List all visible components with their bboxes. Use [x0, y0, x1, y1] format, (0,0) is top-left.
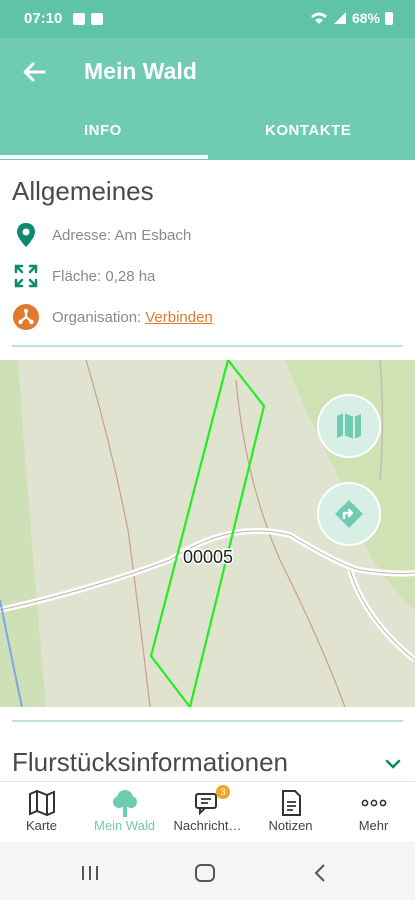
tab-kontakte[interactable]: KONTAKTE — [265, 122, 351, 139]
battery-level: 68% — [351, 10, 380, 26]
organisation-icon — [12, 303, 40, 331]
nav-item-mehr[interactable]: Mehr — [332, 788, 415, 833]
status-bar: 07:10 68% — [0, 0, 415, 38]
recent-apps-icon[interactable] — [80, 864, 100, 882]
nav-label-nachrichten: Nachricht… — [173, 818, 242, 833]
notes-icon — [249, 788, 332, 818]
page-title: Mein Wald — [84, 58, 197, 84]
nav-label-notizen: Notizen — [268, 818, 313, 833]
nav-item-mein-wald[interactable]: Mein Wald — [83, 788, 166, 833]
back-arrow-icon[interactable] — [18, 56, 50, 88]
nav-label-mehr: Mehr — [358, 818, 389, 833]
address-text: Adresse: Am Esbach — [52, 226, 192, 244]
nav-label-mein-wald: Mein Wald — [94, 818, 155, 833]
tab-info[interactable]: INFO — [84, 122, 122, 139]
app-notification-icon — [91, 13, 103, 25]
status-time: 07:10 — [24, 10, 63, 27]
organisation-label: Organisation: — [52, 308, 142, 326]
section-divider-2 — [12, 720, 403, 722]
map-view-button[interactable] — [317, 394, 381, 458]
parcel-info-title[interactable]: Flurstücksinformationen — [12, 747, 288, 778]
directions-icon — [335, 500, 363, 528]
connect-organisation-link[interactable]: Verbinden — [145, 309, 213, 326]
tree-icon — [83, 788, 166, 818]
nav-item-nachrichten[interactable]: 3 Nachricht… — [166, 785, 249, 833]
wifi-icon — [310, 12, 327, 24]
tab-indicator — [0, 155, 208, 159]
area-row: Fläche: 0,28 ha — [12, 262, 155, 290]
app-bar: Mein Wald INFO KONTAKTE — [0, 38, 415, 160]
map-icon — [337, 413, 361, 439]
signal-icon — [333, 12, 346, 24]
navigate-button[interactable] — [317, 482, 381, 546]
back-nav-icon[interactable] — [312, 863, 328, 883]
section-divider — [12, 345, 403, 347]
more-icon — [332, 788, 415, 818]
battery-icon — [385, 11, 393, 25]
system-navigation-bar — [0, 842, 415, 900]
parcel-label: 00005 — [183, 547, 233, 567]
home-icon[interactable] — [194, 863, 216, 883]
bottom-navigation: Karte Mein Wald 3 Nachricht… Notizen Meh… — [0, 781, 415, 841]
nav-item-notizen[interactable]: Notizen — [249, 788, 332, 833]
parcel-map[interactable]: 00005 — [0, 360, 415, 707]
organisation-row: Organisation: Verbinden — [12, 303, 213, 331]
map-icon — [0, 788, 83, 818]
location-pin-icon — [12, 221, 40, 249]
address-row: Adresse: Am Esbach — [12, 221, 191, 249]
gallery-notification-icon — [73, 13, 85, 25]
expand-area-icon — [12, 262, 40, 290]
nav-label-karte: Karte — [25, 818, 58, 833]
chat-icon: 3 — [166, 785, 249, 818]
status-right: 68% — [310, 10, 393, 26]
nav-item-karte[interactable]: Karte — [0, 788, 83, 833]
chevron-down-icon[interactable] — [385, 756, 401, 772]
notification-badge: 3 — [216, 785, 230, 799]
area-text: Fläche: 0,28 ha — [52, 267, 156, 285]
general-section-title: Allgemeines — [12, 176, 154, 206]
